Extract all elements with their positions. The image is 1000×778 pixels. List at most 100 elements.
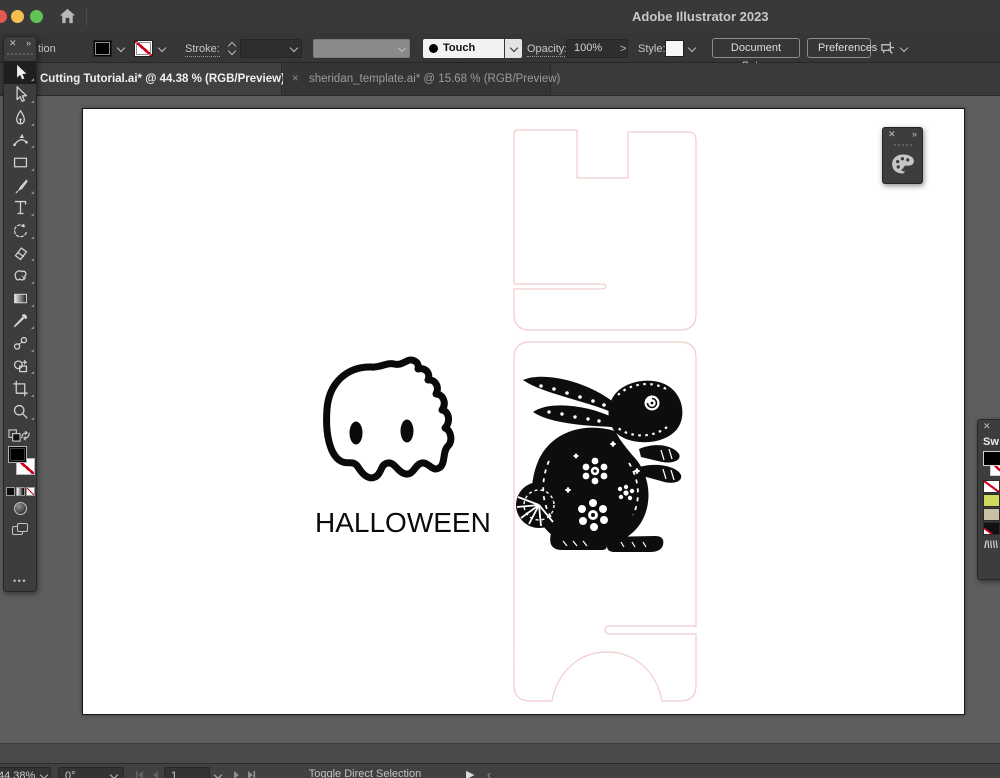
artboard-number-field[interactable]: 1: [164, 767, 210, 778]
draw-mode-button[interactable]: [14, 502, 27, 515]
swatches-fill-stroke: [978, 450, 1000, 480]
toolbar-expand-icon[interactable]: »: [26, 38, 31, 49]
curvature-tool[interactable]: [4, 129, 36, 152]
style-chevron-icon[interactable]: [688, 45, 695, 52]
screen-mode-button[interactable]: [12, 523, 28, 535]
toolbar-close-icon[interactable]: ✕: [9, 38, 17, 49]
control-extra-chevron-icon[interactable]: [900, 45, 907, 52]
first-artboard-icon[interactable]: [133, 769, 145, 778]
selection-status-label: tion: [38, 43, 56, 55]
zoom-tool[interactable]: [4, 400, 36, 423]
tool-flyout-corner: [31, 258, 34, 261]
preferences-button[interactable]: Preferences: [807, 38, 871, 58]
none-swatch[interactable]: [983, 480, 1000, 493]
swatches-panel-fragment: ✕ Sw l\\\\: [977, 419, 1000, 580]
style-label: Style:: [638, 43, 666, 55]
document-canvas[interactable]: HALLOWEEN: [0, 96, 1000, 743]
stroke-color-chevron-icon[interactable]: [158, 45, 165, 52]
status-play-icon[interactable]: ▶: [466, 768, 474, 778]
tab-close-icon[interactable]: ×: [292, 63, 299, 95]
tool-flyout-corner: [31, 236, 34, 239]
isolate-selection-icon[interactable]: [879, 40, 896, 61]
opacity-expand-arrow[interactable]: >: [620, 43, 626, 55]
type-tool[interactable]: [4, 197, 36, 220]
tan-swatch[interactable]: [983, 508, 1000, 521]
ghost-right-eye: [401, 420, 414, 443]
selection-tool[interactable]: [4, 61, 36, 84]
swatches-close-icon[interactable]: ✕: [983, 421, 991, 432]
stroke-color-swatch[interactable]: [134, 40, 153, 57]
none-chip[interactable]: [26, 487, 35, 496]
gradient-tool-icon: [12, 290, 29, 307]
tab-sheridan-template[interactable]: × sheridan_template.ai* @ 15.68 % (RGB/P…: [283, 63, 551, 95]
tool-flyout-corner: [31, 100, 34, 103]
brush-definition-field[interactable]: [313, 39, 410, 58]
fill-color-chevron-icon[interactable]: [117, 45, 124, 52]
artboard-tool[interactable]: [4, 377, 36, 400]
gradient-tool[interactable]: [4, 287, 36, 310]
halloween-label[interactable]: HALLOWEEN: [315, 507, 479, 539]
style-swatch[interactable]: [665, 40, 684, 57]
ghost-artwork[interactable]: [327, 360, 451, 478]
rotate-tool[interactable]: [4, 219, 36, 242]
tab-label: sheridan_template.ai* @ 15.68 % (RGB/Pre…: [309, 73, 560, 85]
color-panel-close-icon[interactable]: ✕: [888, 129, 896, 140]
touch-bar-chevron[interactable]: [505, 39, 522, 58]
stroke-weight-label[interactable]: Stroke:: [185, 43, 220, 57]
rectangle-tool[interactable]: [4, 151, 36, 174]
stroke-weight-stepper[interactable]: [228, 40, 237, 57]
gradient-chip[interactable]: [16, 487, 25, 496]
shaper-tool[interactable]: [4, 264, 36, 287]
artboard-number-chevron-icon[interactable]: [214, 772, 221, 778]
color-chip[interactable]: [6, 487, 15, 496]
template-top-outline[interactable]: [514, 130, 696, 330]
selection-tool-icon: [12, 64, 29, 81]
document-tab-bar: Cutting Tutorial.ai* @ 44.38 % (RGB/Prev…: [0, 63, 1000, 96]
fill-indicator[interactable]: [8, 446, 27, 463]
green-swatch[interactable]: [983, 494, 1000, 507]
rabbit-artwork[interactable]: [516, 377, 682, 552]
color-panel-drag-handle[interactable]: [883, 141, 922, 148]
traffic-light-close[interactable]: [0, 10, 7, 23]
swatch-libraries-icon[interactable]: l\\\\: [978, 536, 1000, 551]
pen-tool[interactable]: [4, 106, 36, 129]
home-icon[interactable]: [58, 7, 77, 31]
black-none-swatch[interactable]: [983, 522, 1000, 535]
fill-color-swatch[interactable]: [93, 40, 112, 57]
tool-flyout-corner: [31, 349, 34, 352]
tool-flyout-corner: [31, 191, 34, 194]
touch-bar-dot-icon: [429, 44, 438, 53]
rotate-tool-icon: [12, 222, 29, 239]
pen-tool-icon: [12, 109, 29, 126]
tool-flyout-corner: [31, 417, 34, 420]
status-back-icon[interactable]: ‹: [487, 768, 491, 778]
rotation-chevron-icon[interactable]: [110, 772, 117, 778]
window-title: Adobe Illustrator 2023: [632, 9, 769, 24]
color-panel-expand-icon[interactable]: »: [912, 129, 917, 140]
blend-tool[interactable]: [4, 332, 36, 355]
paintbrush-tool-icon: [12, 177, 29, 194]
paintbrush-tool[interactable]: [4, 174, 36, 197]
shape-builder-tool[interactable]: [4, 355, 36, 378]
eraser-tool[interactable]: [4, 242, 36, 265]
opacity-field[interactable]: 100%: [566, 39, 628, 58]
horizontal-scrollbar-track[interactable]: [0, 743, 1000, 763]
touch-bar-button[interactable]: Touch Call...: [423, 39, 504, 58]
stroke-weight-chevron-icon[interactable]: [290, 45, 297, 52]
zoom-level-chevron-icon[interactable]: [40, 772, 47, 778]
tab-cutting-tutorial[interactable]: Cutting Tutorial.ai* @ 44.38 % (RGB/Prev…: [30, 63, 282, 95]
opacity-label[interactable]: Opacity:: [527, 43, 567, 57]
direct-selection-tool[interactable]: [4, 84, 36, 107]
eyedropper-tool[interactable]: [4, 310, 36, 333]
next-artboard-icon[interactable]: [231, 769, 243, 778]
previous-artboard-icon[interactable]: [149, 769, 161, 778]
swatches-fill-indicator[interactable]: [983, 451, 1000, 466]
artboard[interactable]: HALLOWEEN: [82, 108, 965, 715]
toolbar-drag-handle[interactable]: [4, 50, 36, 57]
traffic-light-zoom[interactable]: [30, 10, 43, 23]
edit-toolbar-button[interactable]: •••: [4, 576, 36, 586]
traffic-light-minimize[interactable]: [11, 10, 24, 23]
brush-definition-chevron-icon[interactable]: [398, 45, 405, 52]
document-setup-button[interactable]: Document Setup: [712, 38, 800, 58]
palette-icon[interactable]: [890, 152, 916, 181]
